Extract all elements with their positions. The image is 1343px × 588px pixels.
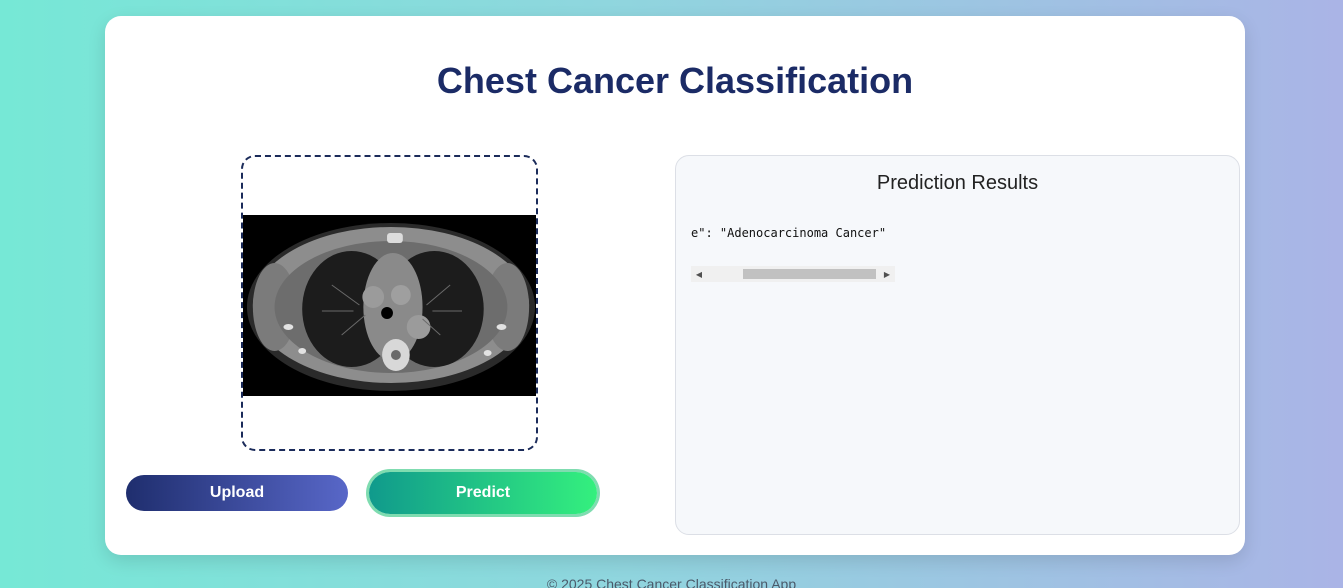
horizontal-scrollbar[interactable]: ◀ ▶ (691, 266, 895, 282)
scroll-left-arrow-icon[interactable]: ◀ (691, 266, 707, 282)
scrollbar-thumb[interactable] (743, 269, 876, 279)
scroll-right-arrow-icon[interactable]: ▶ (879, 266, 895, 282)
page-title: Chest Cancer Classification (436, 60, 914, 101)
predict-button[interactable]: Predict (369, 472, 597, 514)
ct-scan-image (243, 215, 536, 396)
upload-button[interactable]: Upload (126, 475, 348, 511)
footer-text: © 2025 Chest Cancer Classification App (546, 576, 797, 588)
image-dropzone[interactable] (241, 155, 538, 451)
main-card: Chest Cancer Classification Upload Predi… (105, 16, 1245, 555)
results-title: Prediction Results (876, 172, 1039, 194)
prediction-output: e": "Adenocarcinoma Cancer" (691, 226, 887, 240)
prediction-results-panel: Prediction Results e": "Adenocarcinoma C… (675, 155, 1240, 535)
